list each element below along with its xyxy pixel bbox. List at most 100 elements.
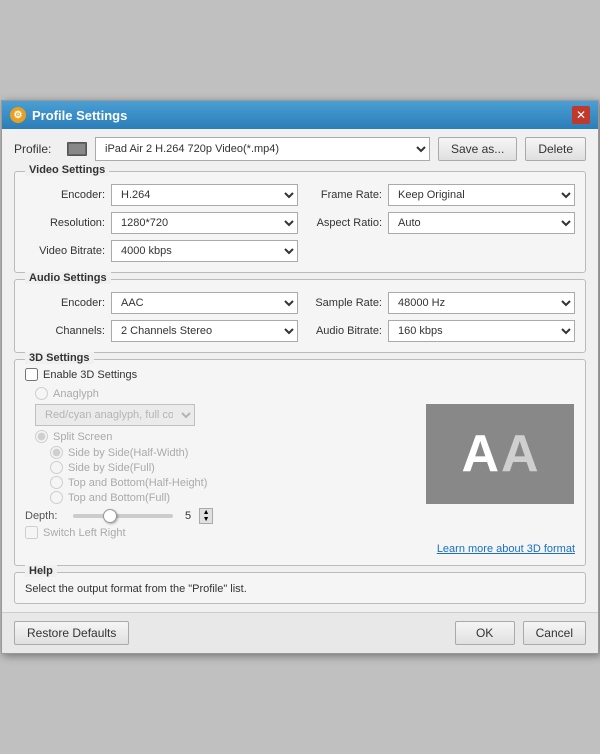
top-bottom-half-row: Top and Bottom(Half-Height) (50, 476, 417, 489)
channels-label: Channels: (25, 325, 105, 337)
side-by-side-half-radio[interactable] (50, 446, 63, 459)
top-bottom-full-label: Top and Bottom(Full) (68, 492, 170, 504)
resolution-row: Resolution: 1280*720 (25, 212, 298, 234)
audio-encoder-select[interactable]: AAC (111, 292, 298, 314)
anaglyph-label: Anaglyph (53, 388, 99, 400)
side-by-side-full-label: Side by Side(Full) (68, 462, 155, 474)
sample-rate-label: Sample Rate: (302, 297, 382, 309)
aspect-ratio-label: Aspect Ratio: (302, 217, 382, 229)
side-by-side-full-row: Side by Side(Full) (50, 461, 417, 474)
3d-content: Enable 3D Settings Anaglyph Red/cyan ana… (25, 368, 575, 539)
enable-3d-checkbox[interactable] (25, 368, 38, 381)
encoder-select[interactable]: H.264 (111, 184, 298, 206)
switch-left-right-row: Switch Left Right (25, 526, 417, 539)
save-as-button[interactable]: Save as... (438, 137, 517, 161)
aa-preview-box: A A (426, 404, 574, 504)
switch-left-right-label: Switch Left Right (43, 527, 126, 539)
depth-row: Depth: 5 ▲ ▼ (25, 508, 417, 524)
delete-button[interactable]: Delete (525, 137, 586, 161)
aspect-ratio-row: Aspect Ratio: Auto (302, 212, 575, 234)
video-left: Encoder: H.264 Resolution: 1280*720 Vide… (25, 184, 298, 262)
top-bottom-full-radio[interactable] (50, 491, 63, 504)
learn-more-link[interactable]: Learn more about 3D format (437, 543, 575, 555)
audio-encoder-row: Encoder: AAC (25, 292, 298, 314)
bottom-bar: Restore Defaults OK Cancel (2, 612, 598, 653)
audio-settings-title: Audio Settings (25, 272, 111, 284)
title-bar-left: ⚙ Profile Settings (10, 107, 127, 123)
3d-settings-section: 3D Settings Enable 3D Settings Anaglyph (14, 359, 586, 566)
aa-preview-left: A (461, 424, 499, 484)
anaglyph-select[interactable]: Red/cyan anaglyph, full color (35, 404, 195, 426)
resolution-label: Resolution: (25, 217, 105, 229)
depth-spinner[interactable]: ▲ ▼ (199, 508, 213, 524)
top-bottom-half-label: Top and Bottom(Half-Height) (68, 477, 207, 489)
depth-label: Depth: (25, 510, 65, 522)
frame-rate-select[interactable]: Keep Original (388, 184, 575, 206)
3d-settings-title: 3D Settings (25, 352, 94, 364)
audio-bitrate-row: Audio Bitrate: 160 kbps (302, 320, 575, 342)
video-bitrate-select[interactable]: 4000 kbps (111, 240, 298, 262)
audio-encoder-label: Encoder: (25, 297, 105, 309)
side-by-side-half-label: Side by Side(Half-Width) (68, 447, 188, 459)
ok-button[interactable]: OK (455, 621, 515, 645)
aa-preview-right: A (501, 424, 539, 484)
aspect-ratio-select[interactable]: Auto (388, 212, 575, 234)
anaglyph-row: Anaglyph (35, 387, 417, 400)
help-text: Select the output format from the "Profi… (25, 583, 575, 595)
depth-slider[interactable] (73, 514, 173, 518)
help-title: Help (25, 565, 57, 577)
audio-left: Encoder: AAC Channels: 2 Channels Stereo (25, 292, 298, 342)
top-bottom-half-radio[interactable] (50, 476, 63, 489)
anaglyph-select-wrap: Red/cyan anaglyph, full color (35, 404, 417, 426)
channels-select[interactable]: 2 Channels Stereo (111, 320, 298, 342)
anaglyph-radio[interactable] (35, 387, 48, 400)
channels-row: Channels: 2 Channels Stereo (25, 320, 298, 342)
profile-label: Profile: (14, 142, 59, 156)
profile-icon (67, 142, 87, 156)
title-bar: ⚙ Profile Settings ✕ (2, 101, 598, 129)
sample-rate-select[interactable]: 48000 Hz (388, 292, 575, 314)
side-by-side-half-row: Side by Side(Half-Width) (50, 446, 417, 459)
enable-3d-row: Enable 3D Settings (25, 368, 417, 381)
side-by-side-full-radio[interactable] (50, 461, 63, 474)
depth-decrement-button[interactable]: ▼ (200, 516, 212, 523)
audio-settings-section: Audio Settings Encoder: AAC Channels: 2 … (14, 279, 586, 353)
main-window: ⚙ Profile Settings ✕ Profile: iPad Air 2… (1, 100, 599, 654)
frame-rate-row: Frame Rate: Keep Original (302, 184, 575, 206)
enable-3d-label[interactable]: Enable 3D Settings (43, 369, 137, 381)
audio-bitrate-select[interactable]: 160 kbps (388, 320, 575, 342)
video-settings-grid: Encoder: H.264 Resolution: 1280*720 Vide… (25, 184, 575, 262)
cancel-button[interactable]: Cancel (523, 621, 586, 645)
3d-preview: A A (425, 368, 575, 539)
window-title: Profile Settings (32, 108, 127, 123)
video-bitrate-row: Video Bitrate: 4000 kbps (25, 240, 298, 262)
switch-left-right-checkbox[interactable] (25, 526, 38, 539)
restore-defaults-button[interactable]: Restore Defaults (14, 621, 129, 645)
video-bitrate-label: Video Bitrate: (25, 245, 105, 257)
split-screen-label: Split Screen (53, 431, 112, 443)
resolution-select[interactable]: 1280*720 (111, 212, 298, 234)
video-right: Frame Rate: Keep Original Aspect Ratio: … (302, 184, 575, 262)
split-screen-row: Split Screen (35, 430, 417, 443)
close-button[interactable]: ✕ (572, 106, 590, 124)
depth-value: 5 (185, 510, 191, 522)
main-content: Profile: iPad Air 2 H.264 720p Video(*.m… (2, 129, 598, 612)
video-settings-title: Video Settings (25, 164, 109, 176)
depth-slider-thumb[interactable] (103, 509, 117, 523)
video-settings-section: Video Settings Encoder: H.264 Resolution… (14, 171, 586, 273)
learn-more-row: Learn more about 3D format (25, 543, 575, 555)
top-bottom-full-row: Top and Bottom(Full) (50, 491, 417, 504)
frame-rate-label: Frame Rate: (302, 189, 382, 201)
help-section: Help Select the output format from the "… (14, 572, 586, 604)
depth-increment-button[interactable]: ▲ (200, 509, 212, 516)
audio-settings-grid: Encoder: AAC Channels: 2 Channels Stereo (25, 292, 575, 342)
footer-right: OK Cancel (455, 621, 586, 645)
split-screen-radio[interactable] (35, 430, 48, 443)
app-icon: ⚙ (10, 107, 26, 123)
encoder-row: Encoder: H.264 (25, 184, 298, 206)
profile-row: Profile: iPad Air 2 H.264 720p Video(*.m… (14, 137, 586, 161)
sample-rate-row: Sample Rate: 48000 Hz (302, 292, 575, 314)
3d-left: Enable 3D Settings Anaglyph Red/cyan ana… (25, 368, 417, 539)
profile-select[interactable]: iPad Air 2 H.264 720p Video(*.mp4) (95, 137, 430, 161)
audio-bitrate-label: Audio Bitrate: (302, 325, 382, 337)
